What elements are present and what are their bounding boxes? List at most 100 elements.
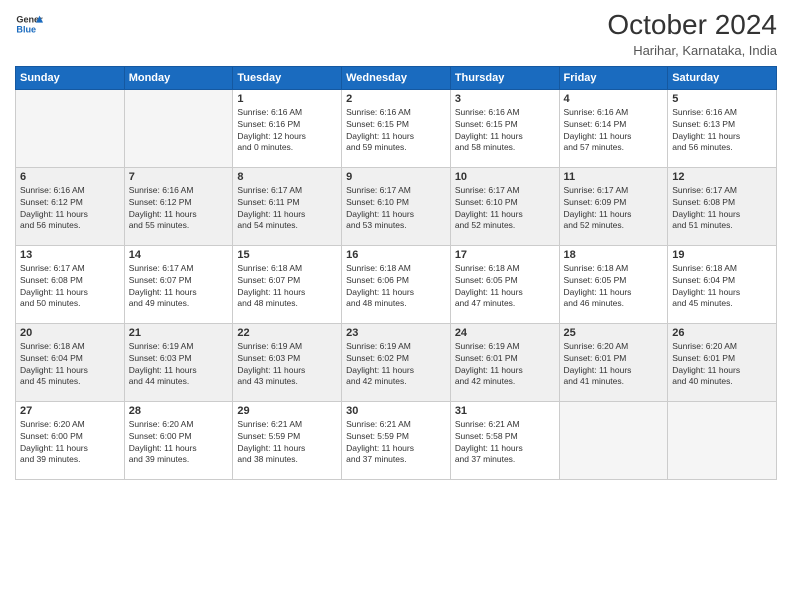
cell-info: Sunrise: 6:18 AM Sunset: 6:06 PM Dayligh… [346,263,446,311]
calendar: SundayMondayTuesdayWednesdayThursdayFrid… [15,66,777,480]
cell-info: Sunrise: 6:20 AM Sunset: 6:00 PM Dayligh… [20,419,120,467]
week-row-4: 20Sunrise: 6:18 AM Sunset: 6:04 PM Dayli… [16,323,777,401]
calendar-cell: 13Sunrise: 6:17 AM Sunset: 6:08 PM Dayli… [16,245,125,323]
day-number: 13 [20,249,120,261]
calendar-cell: 10 Sunrise: 6:17 AM Sunset: 6:10 PM Dayli… [450,167,559,245]
day-number: 24 [455,327,555,339]
calendar-cell: 4 Sunrise: 6:16 AM Sunset: 6:14 PM Daylig… [559,89,668,167]
weekday-header-friday: Friday [559,66,668,89]
cell-info: Sunrise: 6:18 AM Sunset: 6:05 PM Dayligh… [564,263,664,311]
weekday-header-wednesday: Wednesday [342,66,451,89]
cell-info: Sunrise: 6:17 AM Sunset: 6:07 PM Dayligh… [129,263,229,311]
calendar-cell: 31Sunrise: 6:21 AM Sunset: 5:58 PM Dayli… [450,401,559,479]
calendar-cell: 6Sunrise: 6:16 AM Sunset: 6:12 PM Daylig… [16,167,125,245]
day-number: 10 [455,171,555,183]
cell-info: Sunrise: 6:17 AM Sunset: 6:10 PM Dayligh… [455,185,555,233]
day-number: 9 [346,171,446,183]
cell-info: Sunrise: 6:19 AM Sunset: 6:03 PM Dayligh… [237,341,337,389]
day-number: 17 [455,249,555,261]
day-number: 1 [237,93,337,105]
calendar-cell: 24 Sunrise: 6:19 AM Sunset: 6:01 PM Dayli… [450,323,559,401]
day-number: 6 [20,171,120,183]
calendar-cell: 17 Sunrise: 6:18 AM Sunset: 6:05 PM Dayli… [450,245,559,323]
month-title: October 2024 [607,10,777,41]
cell-info: Sunrise: 6:20 AM Sunset: 6:01 PM Dayligh… [672,341,772,389]
svg-text:Blue: Blue [16,24,36,34]
cell-info: Sunrise: 6:19 AM Sunset: 6:02 PM Dayligh… [346,341,446,389]
weekday-header-tuesday: Tuesday [233,66,342,89]
calendar-cell: 25Sunrise: 6:20 AM Sunset: 6:01 PM Dayli… [559,323,668,401]
calendar-cell: 1 Sunrise: 6:16 AM Sunset: 6:16 PM Daylig… [233,89,342,167]
day-number: 14 [129,249,229,261]
day-number: 11 [564,171,664,183]
logo-icon: General Blue [15,10,43,38]
cell-info: Sunrise: 6:16 AM Sunset: 6:13 PM Dayligh… [672,107,772,155]
day-number: 7 [129,171,229,183]
cell-info: Sunrise: 6:17 AM Sunset: 6:10 PM Dayligh… [346,185,446,233]
weekday-header-row: SundayMondayTuesdayWednesdayThursdayFrid… [16,66,777,89]
calendar-cell: 30Sunrise: 6:21 AM Sunset: 5:59 PM Dayli… [342,401,451,479]
cell-info: Sunrise: 6:18 AM Sunset: 6:05 PM Dayligh… [455,263,555,311]
calendar-cell: 18 Sunrise: 6:18 AM Sunset: 6:05 PM Dayli… [559,245,668,323]
day-number: 2 [346,93,446,105]
calendar-cell: 11 Sunrise: 6:17 AM Sunset: 6:09 PM Dayli… [559,167,668,245]
calendar-cell: 8 Sunrise: 6:17 AM Sunset: 6:11 PM Daylig… [233,167,342,245]
day-number: 5 [672,93,772,105]
calendar-cell [559,401,668,479]
weekday-header-monday: Monday [124,66,233,89]
day-number: 12 [672,171,772,183]
calendar-cell: 3 Sunrise: 6:16 AM Sunset: 6:15 PM Daylig… [450,89,559,167]
calendar-cell: 22 Sunrise: 6:19 AM Sunset: 6:03 PM Dayli… [233,323,342,401]
calendar-cell: 5 Sunrise: 6:16 AM Sunset: 6:13 PM Daylig… [668,89,777,167]
calendar-cell: 27 Sunrise: 6:20 AM Sunset: 6:00 PM Dayli… [16,401,125,479]
cell-info: Sunrise: 6:21 AM Sunset: 5:59 PM Dayligh… [346,419,446,467]
calendar-cell: 19Sunrise: 6:18 AM Sunset: 6:04 PM Dayli… [668,245,777,323]
cell-info: Sunrise: 6:16 AM Sunset: 6:14 PM Dayligh… [564,107,664,155]
weekday-header-thursday: Thursday [450,66,559,89]
day-number: 18 [564,249,664,261]
calendar-cell [124,89,233,167]
day-number: 4 [564,93,664,105]
location-subtitle: Harihar, Karnataka, India [607,43,777,58]
cell-info: Sunrise: 6:20 AM Sunset: 6:00 PM Dayligh… [129,419,229,467]
cell-info: Sunrise: 6:17 AM Sunset: 6:09 PM Dayligh… [564,185,664,233]
calendar-cell: 9 Sunrise: 6:17 AM Sunset: 6:10 PM Daylig… [342,167,451,245]
cell-info: Sunrise: 6:18 AM Sunset: 6:04 PM Dayligh… [672,263,772,311]
week-row-2: 6 Sunrise: 6:16 AM Sunset: 6:12 PM Daylig… [16,167,777,245]
day-number: 20 [20,327,120,339]
calendar-cell: 20Sunrise: 6:18 AM Sunset: 6:04 PM Dayli… [16,323,125,401]
cell-info: Sunrise: 6:17 AM Sunset: 6:08 PM Dayligh… [672,185,772,233]
calendar-cell: 21Sunrise: 6:19 AM Sunset: 6:03 PM Dayli… [124,323,233,401]
cell-info: Sunrise: 6:18 AM Sunset: 6:07 PM Dayligh… [237,263,337,311]
day-number: 8 [237,171,337,183]
day-number: 22 [237,327,337,339]
cell-info: Sunrise: 6:17 AM Sunset: 6:11 PM Dayligh… [237,185,337,233]
day-number: 26 [672,327,772,339]
calendar-cell: 26 Sunrise: 6:20 AM Sunset: 6:01 PM Dayli… [668,323,777,401]
week-row-3: 13Sunrise: 6:17 AM Sunset: 6:08 PM Dayli… [16,245,777,323]
weekday-header-sunday: Sunday [16,66,125,89]
day-number: 27 [20,405,120,417]
cell-info: Sunrise: 6:21 AM Sunset: 5:59 PM Dayligh… [237,419,337,467]
calendar-cell: 15 Sunrise: 6:18 AM Sunset: 6:07 PM Dayli… [233,245,342,323]
calendar-cell: 14 Sunrise: 6:17 AM Sunset: 6:07 PM Dayli… [124,245,233,323]
calendar-cell [668,401,777,479]
calendar-cell: 23 Sunrise: 6:19 AM Sunset: 6:02 PM Dayli… [342,323,451,401]
week-row-1: 1 Sunrise: 6:16 AM Sunset: 6:16 PM Daylig… [16,89,777,167]
cell-info: Sunrise: 6:20 AM Sunset: 6:01 PM Dayligh… [564,341,664,389]
calendar-cell: 12 Sunrise: 6:17 AM Sunset: 6:08 PM Dayli… [668,167,777,245]
cell-info: Sunrise: 6:16 AM Sunset: 6:12 PM Dayligh… [129,185,229,233]
day-number: 23 [346,327,446,339]
cell-info: Sunrise: 6:16 AM Sunset: 6:15 PM Dayligh… [455,107,555,155]
day-number: 15 [237,249,337,261]
calendar-cell: 2 Sunrise: 6:16 AM Sunset: 6:15 PM Daylig… [342,89,451,167]
cell-info: Sunrise: 6:16 AM Sunset: 6:16 PM Dayligh… [237,107,337,155]
cell-info: Sunrise: 6:19 AM Sunset: 6:01 PM Dayligh… [455,341,555,389]
calendar-cell: 28Sunrise: 6:20 AM Sunset: 6:00 PM Dayli… [124,401,233,479]
header: General Blue October 2024 Harihar, Karna… [15,10,777,58]
logo: General Blue [15,10,43,38]
day-number: 16 [346,249,446,261]
day-number: 3 [455,93,555,105]
cell-info: Sunrise: 6:16 AM Sunset: 6:15 PM Dayligh… [346,107,446,155]
page: General Blue October 2024 Harihar, Karna… [0,0,792,612]
